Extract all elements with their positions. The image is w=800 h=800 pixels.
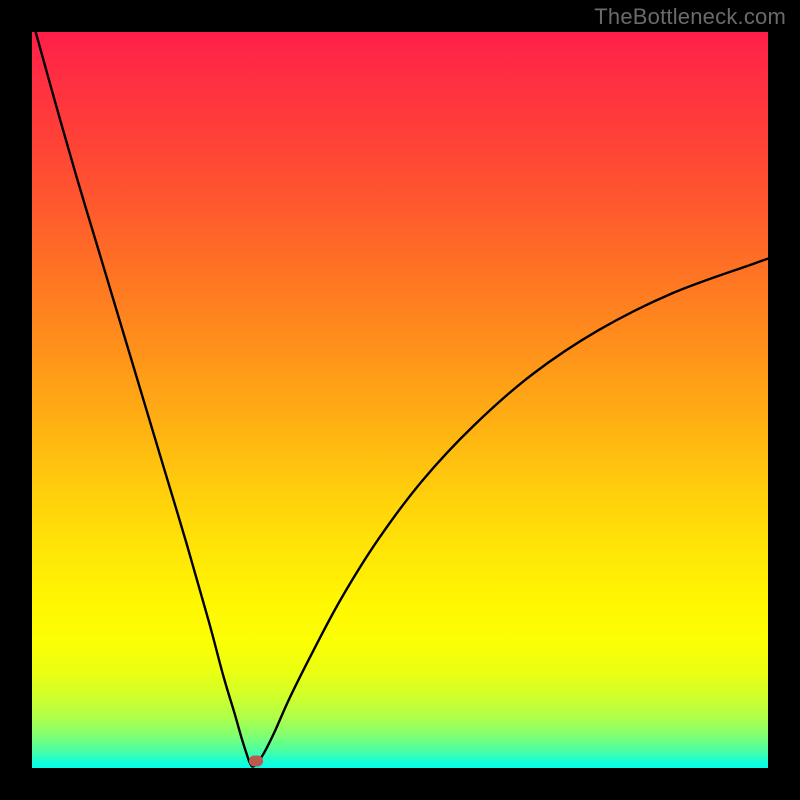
watermark-label: TheBottleneck.com [594,4,786,30]
chart-frame: TheBottleneck.com [0,0,800,800]
curve-svg [32,32,768,768]
bottleneck-curve [36,32,768,767]
optimal-point-marker [249,756,263,767]
plot-area [32,32,768,768]
